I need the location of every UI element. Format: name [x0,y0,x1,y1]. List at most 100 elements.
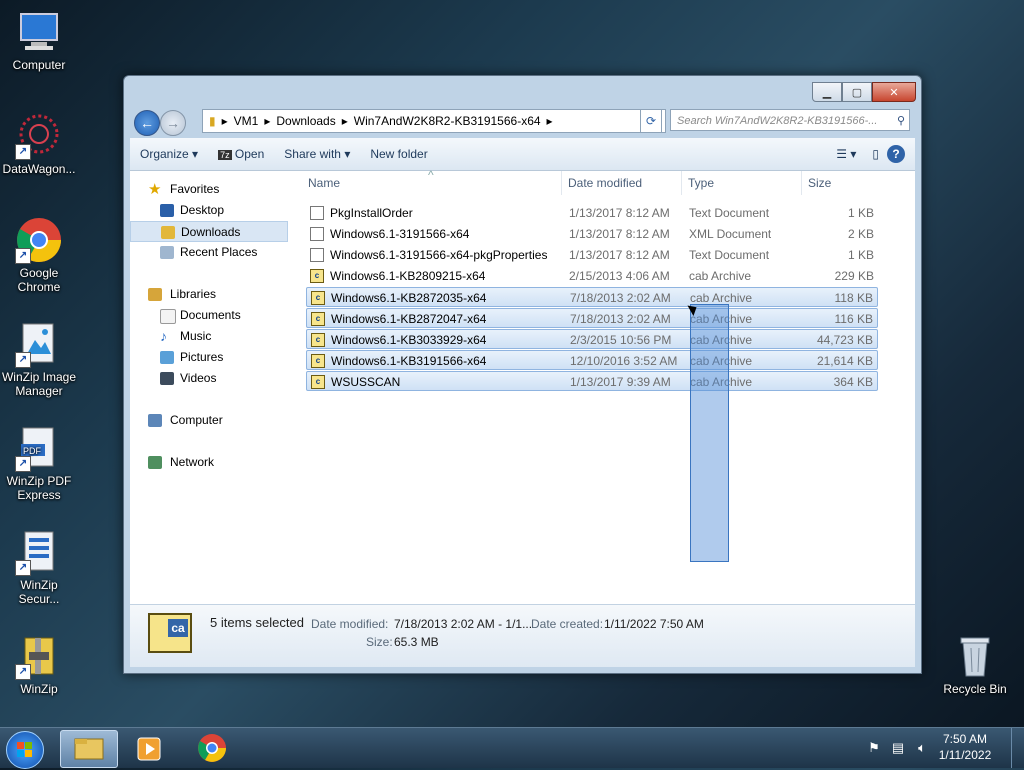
window-body: ← → ▮ ▸ VM1 ▸ Downloads ▸ Win7AndW2K8R2-… [124,76,921,673]
music-icon: ♪ [160,328,167,344]
desktop-icon-label: WinZip Image Manager [1,370,77,398]
file-list: Name ^ Date modified Type Size PkgInstall… [290,168,915,613]
file-name: Windows6.1-3191566-x64-pkgProperties [330,248,548,262]
column-header-type[interactable]: Type [682,171,802,195]
file-row[interactable]: c WSUSSCAN 1/13/2017 9:39 AM cab Archive 364… [306,371,878,391]
size-value: 65.3 MB [394,635,439,649]
desktop-icon-computer[interactable]: Computer [0,8,78,72]
desktop-icon-winzip-pdf[interactable]: PDF ↗ WinZip PDF Express [0,424,78,502]
column-header-name[interactable]: Name ^ [290,168,562,195]
search-input[interactable]: Search Win7AndW2K8R2-KB3191566-... ⚲ [670,109,910,131]
desktop-icon-label: Google Chrome [17,266,61,294]
file-date-modified: 2/15/2013 4:06 AM [569,269,670,283]
nav-libraries[interactable]: Libraries [130,284,288,305]
breadcrumb-separator-icon: ▸ [264,114,271,128]
desktop-icon-recycle-bin[interactable]: Recycle Bin [936,632,1014,696]
refresh-button[interactable]: ⟳ [640,109,662,133]
windows-logo-icon [17,742,32,757]
computer-icon [15,8,63,56]
cab-file-icon: c [311,375,325,389]
details-pane: ca 5 items selected Date modified: 7/18/… [130,604,915,667]
share-with-button[interactable]: Share with ▾ [274,147,360,161]
size-label: Size: [366,635,393,649]
search-icon[interactable]: ⚲ [897,110,905,130]
date-created-value: 1/11/2022 7:50 AM [604,617,704,631]
preview-pane-icon[interactable]: ▯ [864,147,887,161]
open-with-icon: 7z [218,150,232,160]
cab-file-icon: c [311,312,325,326]
shortcut-arrow-icon: ↗ [15,144,31,160]
libraries-icon [148,288,162,301]
file-row[interactable]: c Windows6.1-KB2872047-x64 7/18/2013 2:02 … [306,308,878,328]
computer-icon [148,414,162,427]
back-button[interactable]: ← [134,110,160,136]
text-file-icon [310,227,324,241]
desktop-icon-datawagon[interactable]: ↗ DataWagon... [0,112,78,176]
forward-button[interactable]: → [160,110,186,136]
taskbar-explorer-button[interactable] [60,730,118,768]
text-file-icon [310,248,324,262]
file-row[interactable]: c Windows6.1-KB3033929-x64 2/3/2015 10:56 … [306,329,878,349]
file-name: Windows6.1-KB2872047-x64 [331,312,487,326]
nav-pictures[interactable]: Pictures [130,347,288,368]
file-row[interactable]: Windows6.1-3191566-x64-pkgProperties 1/13… [306,245,878,265]
cab-file-icon: c [311,291,325,305]
open-button[interactable]: 7z Open [208,147,274,161]
file-size: 1 KB [847,206,874,220]
file-date-modified: 1/13/2017 8:12 AM [569,227,670,241]
selection-marquee [690,304,729,562]
column-header-size[interactable]: Size [802,171,882,195]
desktop-icon-winzip-secure[interactable]: ↗ WinZip Secur... [0,528,78,606]
file-row[interactable]: PkgInstallOrder 1/13/2017 8:12 AM Text Doc… [306,203,878,223]
new-folder-button[interactable]: New folder [360,147,437,161]
desktop-icon-winzip[interactable]: ↗ WinZip [0,632,78,696]
datawagon-icon: ↗ [15,112,63,160]
desktop-icon-label: WinZip [20,682,58,696]
desktop-icon-winzip-image[interactable]: ↗ WinZip Image Manager [0,320,78,398]
address-bar[interactable]: ▮ ▸ VM1 ▸ Downloads ▸ Win7AndW2K8R2-KB31… [202,109,666,133]
nav-recent-places[interactable]: Recent Places [130,242,288,263]
file-type: Text Document [689,248,770,262]
nav-desktop[interactable]: Desktop [130,200,288,221]
chrome-icon: ↗ [15,216,63,264]
show-desktop-button[interactable] [1011,728,1024,768]
folder-icon: ▮ [209,114,216,128]
open-label: Open [234,147,265,161]
file-row[interactable]: c Windows6.1-KB3191566-x64 12/10/2016 3:52… [306,350,878,370]
file-row[interactable]: c Windows6.1-KB2872035-x64 7/18/2013 2:02 … [306,287,878,307]
volume-icon[interactable]: 🔈︎ [914,740,930,756]
nav-network[interactable]: Network [130,452,288,473]
desktop-icon-chrome[interactable]: ↗ Google Chrome [0,216,78,294]
date-created-label: Date created: [531,617,604,631]
search-placeholder: Search Win7AndW2K8R2-KB3191566-... [677,115,878,127]
nav-documents[interactable]: Documents [130,305,288,326]
file-date-modified: 7/18/2013 2:02 AM [570,291,671,305]
clock-time: 7:50 AM [942,732,988,746]
network-icon [148,456,162,469]
action-center-icon[interactable]: ⚑ [866,740,882,756]
nav-label: Documents [180,308,241,322]
start-button[interactable] [6,731,44,769]
nav-favorites[interactable]: ★ Favorites [130,179,288,200]
view-options-button[interactable]: ☰ ▾ [828,147,864,161]
file-size: 364 KB [833,375,873,389]
help-icon[interactable]: ? [887,145,905,163]
nav-videos[interactable]: Videos [130,368,288,389]
organize-button[interactable]: Organize ▾ [130,147,208,161]
breadcrumb-downloads[interactable]: Downloads [276,114,335,128]
nav-computer[interactable]: Computer [130,410,288,431]
nav-downloads[interactable]: Downloads [130,221,288,242]
file-row[interactable]: Windows6.1-3191566-x64 1/13/2017 8:12 AM X… [306,224,878,244]
system-clock[interactable]: 7:50 AM 1/11/2022 [930,731,1000,763]
network-tray-icon[interactable]: ▤ [890,740,906,756]
file-row[interactable]: c Windows6.1-KB2809215-x64 2/15/2013 4:06 … [306,266,878,286]
taskbar-chrome-button[interactable] [184,730,240,766]
nav-music[interactable]: ♪ Music [130,326,288,347]
shortcut-arrow-icon: ↗ [15,664,31,680]
column-header-date[interactable]: Date modified [562,171,682,195]
breadcrumb-current-folder[interactable]: Win7AndW2K8R2-KB3191566-x64 [354,114,541,128]
taskbar-media-player-button[interactable] [122,730,178,766]
documents-icon [160,309,176,324]
cab-file-icon: c [310,269,324,283]
breadcrumb-vm1[interactable]: VM1 [234,114,259,128]
